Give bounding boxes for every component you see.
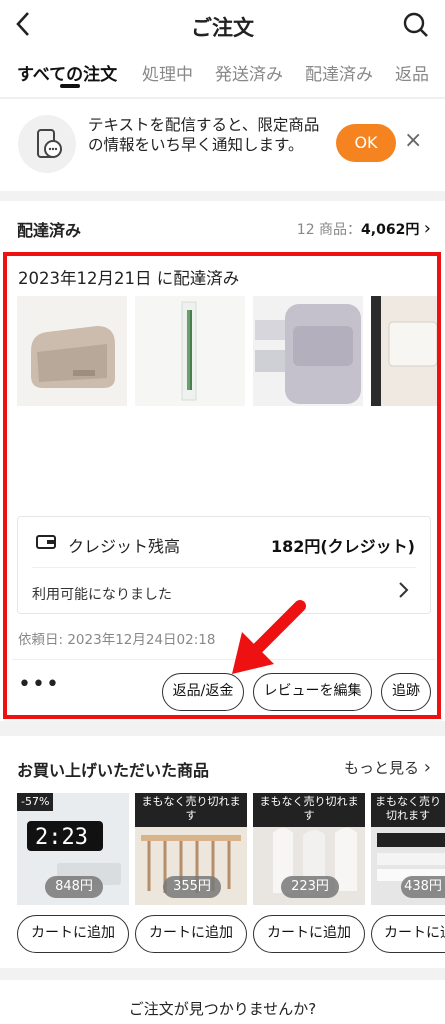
- chevron-right-icon[interactable]: [398, 580, 410, 600]
- low-stock-badge: まもなく売り切れます: [253, 793, 365, 827]
- tab-delivered[interactable]: 配達済み: [305, 60, 373, 85]
- product-thumbnail[interactable]: [17, 296, 127, 406]
- delivered-date: 2023年12月21日 に配達済み: [18, 269, 240, 288]
- see-more-label: もっと見る: [344, 759, 420, 777]
- product-thumbnail[interactable]: [253, 296, 363, 406]
- return-refund-button[interactable]: 返品/返金: [162, 673, 244, 711]
- svg-text:2:23: 2:23: [35, 825, 88, 850]
- price-tag: 223円: [281, 876, 339, 898]
- price-tag: 438円: [401, 876, 445, 898]
- product-thumbnail[interactable]: [371, 296, 437, 406]
- tab-shipped[interactable]: 発送済み: [215, 60, 283, 85]
- search-icon[interactable]: [403, 12, 429, 38]
- divider: [32, 567, 416, 568]
- request-date: 依頼日: 2023年12月24日02:18: [18, 632, 216, 648]
- item-count: 12 商品：: [296, 222, 362, 238]
- section-title: 配達済み: [17, 221, 82, 240]
- add-to-cart-button[interactable]: カートに追加: [17, 915, 129, 953]
- low-stock-badge: まもなく売り切れます: [135, 793, 247, 827]
- add-to-cart-button[interactable]: カートに追加: [135, 915, 247, 953]
- ok-button[interactable]: OK: [336, 124, 396, 162]
- product-thumbnail[interactable]: [135, 296, 245, 406]
- divider: [12, 659, 436, 660]
- order-tabs: すべての注文 処理中 発送済み 配達済み 返品: [0, 52, 445, 98]
- section-title: お買い上げいただいた商品: [17, 761, 210, 780]
- track-button[interactable]: 追跡: [381, 673, 431, 711]
- discount-badge: -57%: [17, 793, 54, 811]
- annotation-arrow-icon: [232, 600, 306, 674]
- chevron-right-icon: ›: [423, 757, 431, 778]
- product-card[interactable]: 2:23 -57% 848円: [17, 793, 129, 905]
- add-to-cart-button[interactable]: カートに追加: [253, 915, 365, 953]
- product-card[interactable]: まもなく売り切れます 438円: [371, 793, 445, 905]
- edit-review-button[interactable]: レビューを編集: [253, 673, 372, 711]
- order-summary[interactable]: 12 商品：4,062円 ›: [297, 218, 431, 239]
- order-not-found-link[interactable]: ご注文が見つかりませんか?: [0, 998, 445, 1019]
- credit-status[interactable]: 利用可能になりました: [32, 584, 172, 604]
- order-total: 4,062円: [361, 222, 420, 238]
- page-title: ご注文: [191, 16, 254, 40]
- wallet-icon: [36, 535, 56, 549]
- product-card[interactable]: まもなく売り切れます 223円: [253, 793, 365, 905]
- credit-amount: 182円(クレジット): [270, 537, 415, 556]
- notification-text: テキストを配信すると、限定商品の情報をいち早く通知します。: [88, 116, 320, 154]
- chevron-right-icon: ›: [423, 218, 431, 239]
- low-stock-badge: まもなく売り切れます: [371, 793, 445, 827]
- active-tab-indicator: [60, 84, 80, 88]
- chat-phone-icon: [18, 115, 76, 173]
- see-more-link[interactable]: もっと見る ›: [344, 757, 431, 778]
- credit-label: クレジット残高: [68, 537, 181, 556]
- price-tag: 848円: [45, 876, 103, 898]
- more-options-icon[interactable]: •••: [18, 674, 60, 696]
- product-card[interactable]: まもなく売り切れます 355円: [135, 793, 247, 905]
- price-tag: 355円: [163, 876, 221, 898]
- close-icon[interactable]: ×: [404, 128, 422, 153]
- tab-processing[interactable]: 処理中: [142, 60, 193, 85]
- header-bar: ご注文: [0, 0, 445, 52]
- tab-all-orders[interactable]: すべての注文: [17, 60, 117, 85]
- add-to-cart-button[interactable]: カートに追加: [371, 915, 445, 953]
- tab-returns[interactable]: 返品: [395, 60, 429, 85]
